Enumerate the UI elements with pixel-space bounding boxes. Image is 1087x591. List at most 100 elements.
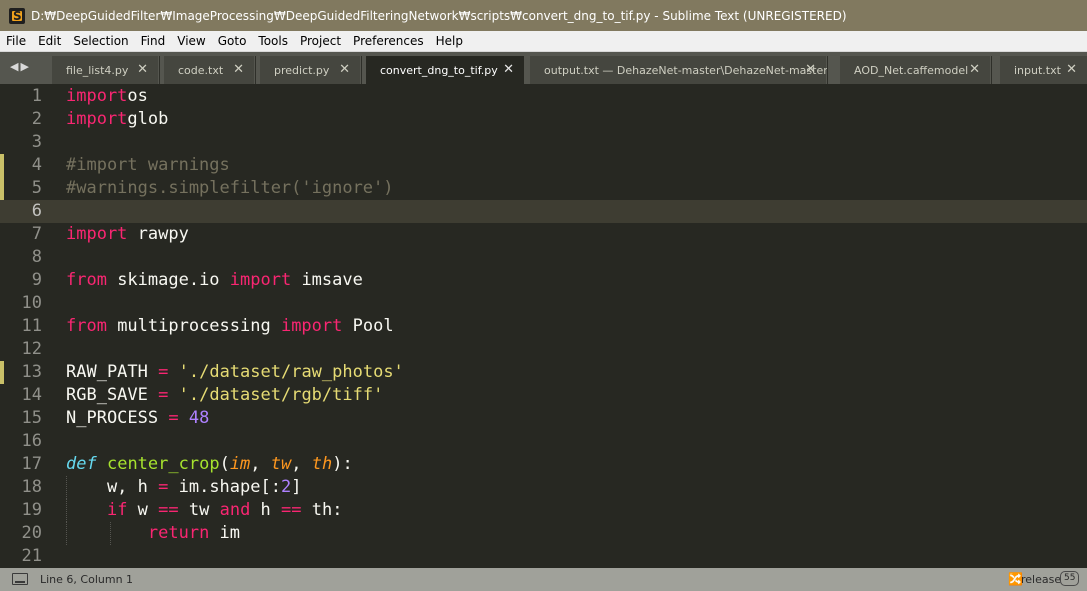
code-token: import xyxy=(66,109,128,129)
tab-output-txt[interactable]: output.txt — DehazeNet-master\DehazeNet-… xyxy=(530,56,828,84)
code-line[interactable]: 11 from multiprocessing import Pool xyxy=(0,315,1087,338)
tab-label: file_list4.py xyxy=(66,64,129,77)
close-icon[interactable]: ✕ xyxy=(1066,62,1077,77)
code-line[interactable]: 19 if w == tw and h == th: xyxy=(0,499,1087,522)
line-number: 4 xyxy=(31,155,42,175)
line-number: 19 xyxy=(21,500,42,520)
menu-goto[interactable]: Goto xyxy=(212,31,253,51)
line-number: 20 xyxy=(21,523,42,543)
code-line[interactable]: 13 RAW_PATH = './dataset/raw_photos' xyxy=(0,361,1087,384)
git-branch-name[interactable]: release xyxy=(1021,573,1061,586)
menu-help[interactable]: Help xyxy=(430,31,469,51)
line-code: w, h = im.shape[:2] xyxy=(66,476,302,499)
code-token: N_PROCESS xyxy=(66,408,169,428)
cursor-position[interactable]: Line 6, Column 1 xyxy=(40,573,133,586)
code-line[interactable]: 9 from skimage.io import imsave xyxy=(0,269,1087,292)
line-number: 18 xyxy=(21,477,42,497)
code-token: skimage.io xyxy=(106,270,230,290)
code-line[interactable]: 18 w, h = im.shape[:2] xyxy=(0,476,1087,499)
menu-selection[interactable]: Selection xyxy=(67,31,134,51)
tab-scroll-arrows-icon[interactable]: ◀▶ xyxy=(10,60,40,74)
code-line[interactable]: 8 xyxy=(0,246,1087,269)
tab-divider xyxy=(827,56,828,84)
code-line[interactable]: 6 xyxy=(0,200,1087,223)
code-token: ( xyxy=(219,454,230,474)
tab-file-list4[interactable]: file_list4.py ✕ xyxy=(52,56,158,84)
git-changes-badge[interactable]: 55 xyxy=(1060,571,1080,586)
line-number: 3 xyxy=(31,132,42,152)
tab-code-txt[interactable]: code.txt ✕ xyxy=(164,56,254,84)
code-line[interactable]: 16 xyxy=(0,430,1087,453)
code-line[interactable]: 20 return im xyxy=(0,522,1087,545)
code-line[interactable]: 12 xyxy=(0,338,1087,361)
code-line[interactable]: 4 #import warnings xyxy=(0,154,1087,177)
tab-divider xyxy=(991,56,992,84)
line-code: #import warnings xyxy=(66,154,230,177)
code-line[interactable]: 7 import rawpy xyxy=(0,223,1087,246)
line-code: import rawpy xyxy=(66,223,189,246)
code-line[interactable]: 10 xyxy=(0,292,1087,315)
code-editor[interactable]: 1 importos 2 importglob 3 4 #import warnings 5 #… xyxy=(0,84,1087,568)
code-line[interactable]: 14 RGB_SAVE = './dataset/rgb/tiff' xyxy=(0,384,1087,407)
code-token: w, h xyxy=(66,477,159,497)
code-token: im xyxy=(209,523,241,543)
close-icon[interactable]: ✕ xyxy=(137,62,148,77)
code-token: and xyxy=(219,500,251,520)
tab-convert-dng-to-tif[interactable]: convert_dng_to_tif.py ✕ xyxy=(366,56,524,84)
menu-preferences[interactable]: Preferences xyxy=(347,31,430,51)
tab-aod-net-caffemodel[interactable]: AOD_Net.caffemodel ✕ xyxy=(840,56,990,84)
menu-find[interactable]: Find xyxy=(135,31,172,51)
tab-divider xyxy=(361,56,362,84)
code-token: './dataset/rgb/tiff' xyxy=(178,385,384,405)
code-token: from xyxy=(66,270,107,290)
close-icon[interactable]: ✕ xyxy=(805,62,816,77)
code-token: == xyxy=(158,500,179,520)
close-icon[interactable]: ✕ xyxy=(233,62,244,77)
code-line[interactable]: 2 importglob xyxy=(0,108,1087,131)
code-token: center_crop xyxy=(106,454,220,474)
close-icon[interactable]: ✕ xyxy=(969,62,980,77)
line-code: importglob xyxy=(66,108,168,131)
code-token: if xyxy=(106,500,128,520)
menu-tools[interactable]: Tools xyxy=(252,31,294,51)
close-icon[interactable]: ✕ xyxy=(503,62,514,77)
code-line[interactable]: 17 def center_crop(im, tw, th): xyxy=(0,453,1087,476)
code-line[interactable]: 21 xyxy=(0,545,1087,568)
line-code: RGB_SAVE = './dataset/rgb/tiff' xyxy=(66,384,383,407)
close-icon[interactable]: ✕ xyxy=(339,62,350,77)
menu-file[interactable]: File xyxy=(0,31,32,51)
tab-predict-py[interactable]: predict.py ✕ xyxy=(260,56,360,84)
menu-view[interactable]: View xyxy=(171,31,211,51)
line-number: 16 xyxy=(21,431,42,451)
code-token: im xyxy=(229,454,251,474)
tab-label: code.txt xyxy=(178,64,224,77)
tab-label: convert_dng_to_tif.py xyxy=(380,64,498,77)
code-line[interactable]: 5 #warnings.simplefilter('ignore') xyxy=(0,177,1087,200)
menu-edit[interactable]: Edit xyxy=(32,31,67,51)
code-line[interactable]: 15 N_PROCESS = 48 xyxy=(0,407,1087,430)
tab-divider xyxy=(255,56,256,84)
code-line[interactable]: 1 importos xyxy=(0,85,1087,108)
code-token: #import warnings xyxy=(66,155,230,175)
code-token: #warnings.simplefilter('ignore') xyxy=(66,178,394,198)
code-line[interactable]: 3 xyxy=(0,131,1087,154)
code-token: imsave xyxy=(291,270,363,290)
line-number: 1 xyxy=(31,86,42,106)
tab-input-txt[interactable]: input.txt ✕ xyxy=(1000,56,1087,84)
panel-toggle-icon[interactable] xyxy=(12,573,28,585)
line-number: 15 xyxy=(21,408,42,428)
code-token: tw xyxy=(270,454,292,474)
line-code: from skimage.io import imsave xyxy=(66,269,363,292)
code-token: from xyxy=(66,316,107,336)
line-code: return im xyxy=(66,522,240,545)
menu-project[interactable]: Project xyxy=(294,31,347,51)
code-token: def xyxy=(66,454,97,474)
code-token: = xyxy=(168,408,179,428)
code-token: ] xyxy=(291,477,302,497)
line-number: 17 xyxy=(21,454,42,474)
line-code: #warnings.simplefilter('ignore') xyxy=(66,177,394,200)
line-number: 12 xyxy=(21,339,42,359)
